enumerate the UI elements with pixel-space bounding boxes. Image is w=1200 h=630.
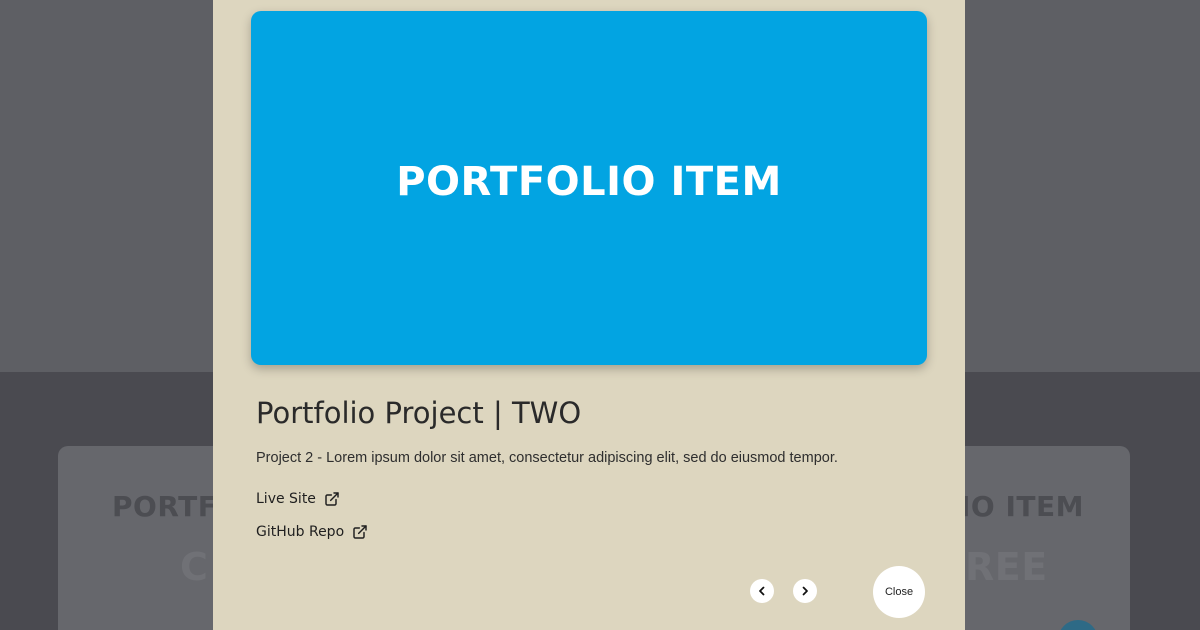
next-project-button[interactable]	[793, 579, 817, 603]
live-site-link[interactable]: Live Site	[256, 491, 340, 507]
hero-image-text: PORTFOLIO ITEM	[396, 159, 782, 205]
project-hero-image: PORTFOLIO ITEM	[251, 11, 927, 365]
project-title: Portfolio Project | TWO	[256, 396, 582, 430]
chevron-right-icon	[802, 586, 808, 596]
close-button[interactable]: Close	[873, 566, 925, 618]
github-repo-label: GitHub Repo	[256, 524, 345, 540]
background-card-title-right: IO ITEM	[960, 490, 1084, 523]
external-link-icon	[353, 525, 367, 539]
previous-project-button[interactable]	[750, 579, 774, 603]
live-site-label: Live Site	[256, 491, 316, 507]
project-modal: PORTFOLIO ITEM Portfolio Project | TWO P…	[213, 0, 965, 630]
background-card-subtitle-left: C	[180, 545, 209, 589]
chevron-left-icon	[759, 586, 765, 596]
project-description: Project 2 - Lorem ipsum dolor sit amet, …	[256, 450, 838, 466]
external-link-icon	[325, 492, 339, 506]
background-card-subtitle-right: REE	[965, 545, 1048, 589]
github-repo-link[interactable]: GitHub Repo	[256, 524, 368, 540]
